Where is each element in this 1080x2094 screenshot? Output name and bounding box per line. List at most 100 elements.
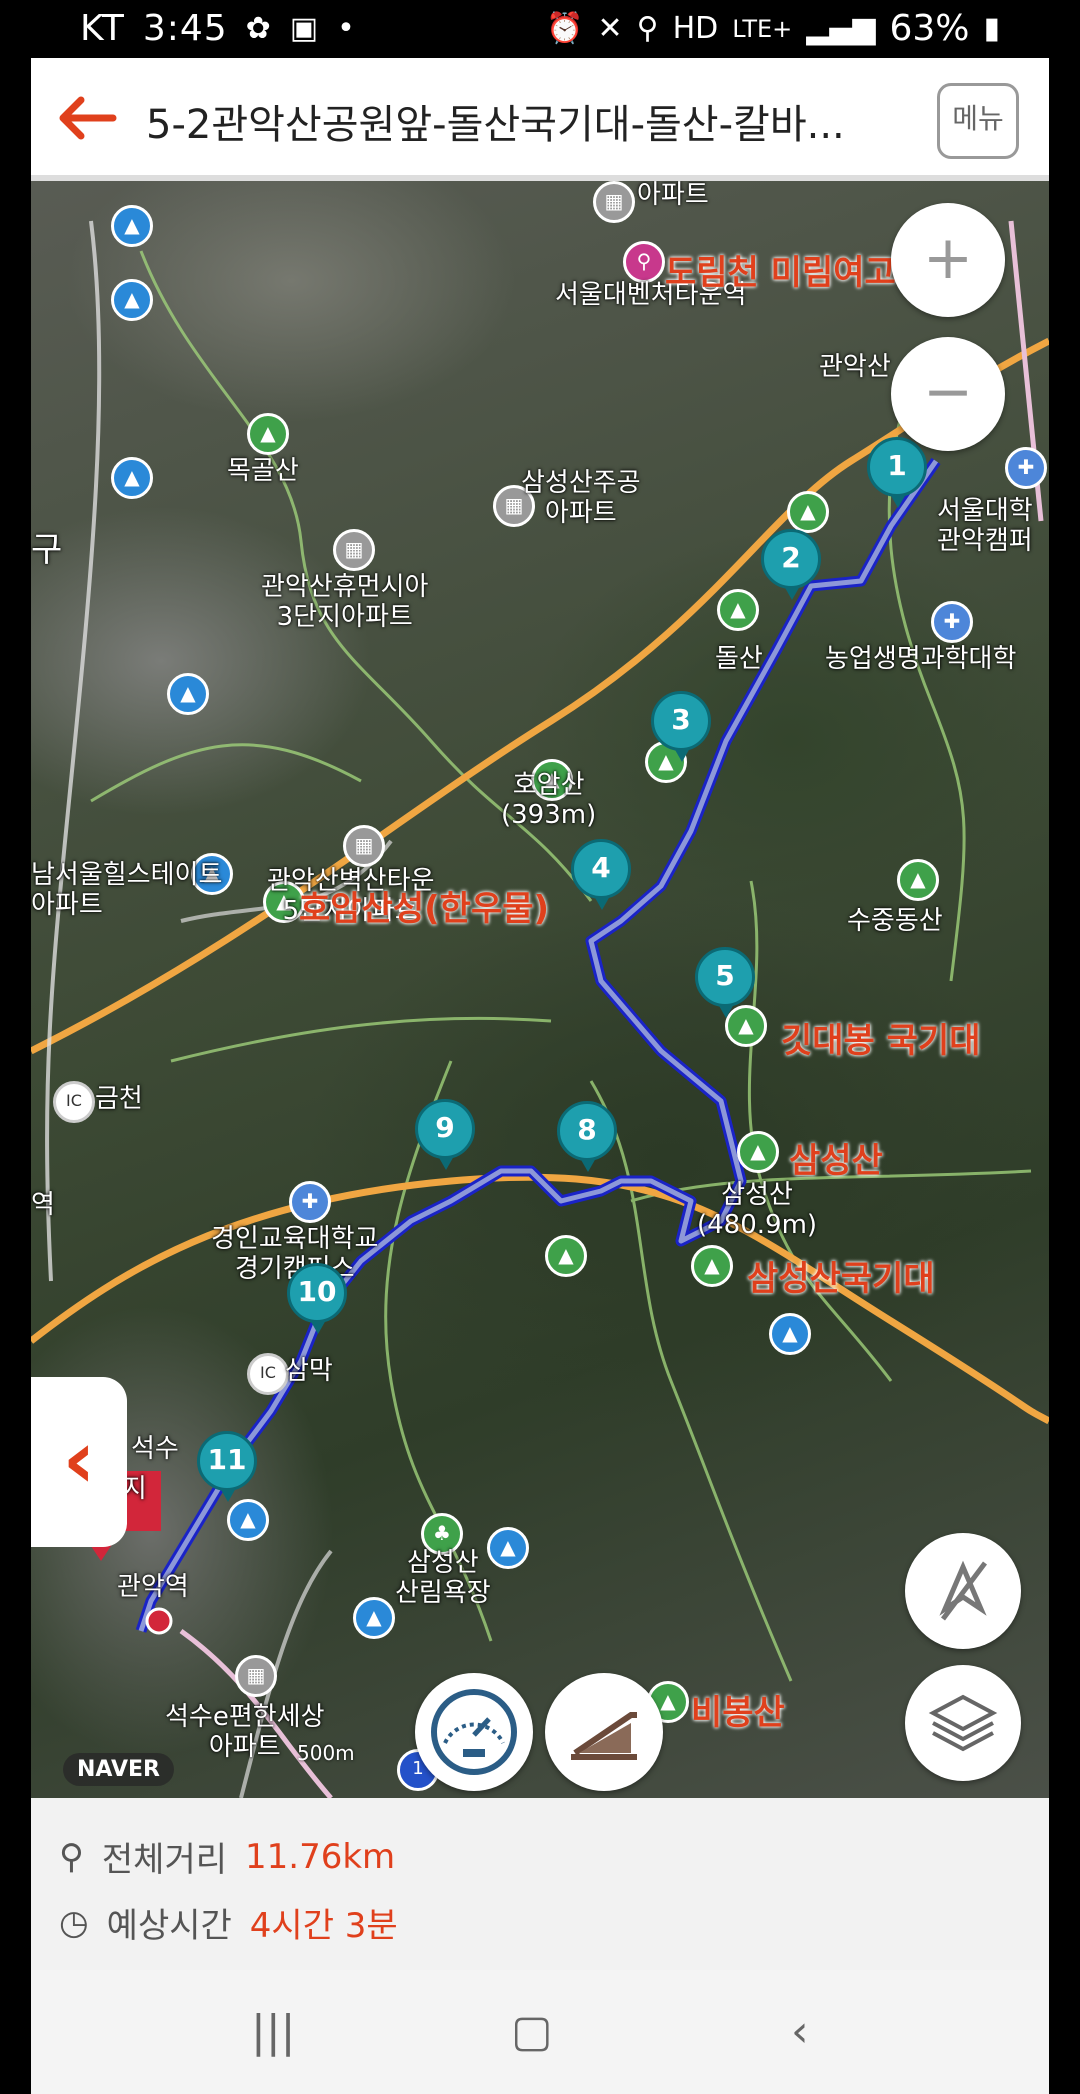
peak-icon: ▲ — [691, 1245, 733, 1287]
place-label: 서울대학 관악캠퍼 — [937, 496, 1033, 556]
building-icon: ▦ — [235, 1655, 277, 1697]
carrier: KT — [80, 8, 125, 49]
place-label: 삼성산 산림욕장 — [395, 1548, 491, 1608]
peak-icon: ▲ — [787, 491, 829, 533]
hd-icon: HD — [672, 11, 719, 46]
bike-station-icon: ⚲ — [623, 241, 665, 283]
building-icon: ▦ — [343, 825, 385, 867]
compass-off-icon — [939, 1560, 987, 1621]
place-label: 수중동산 — [847, 906, 943, 936]
elevation-profile-button[interactable] — [545, 1673, 663, 1791]
home-icon[interactable]: ▢ — [511, 2006, 553, 2057]
place-label: 남서울힐스테이트 아파트 — [31, 860, 223, 920]
highlight-label: 호암산성(한우물) — [299, 889, 550, 929]
waypoint-marker[interactable]: 10 — [287, 1263, 347, 1334]
mute-icon: ✕ — [597, 11, 623, 46]
waypoint-marker[interactable]: 11 — [197, 1431, 257, 1502]
park-icon: ▲ — [111, 205, 153, 247]
waypoint-marker[interactable]: 1 — [867, 437, 927, 508]
place-label: 아파트 — [637, 181, 709, 210]
signal-icon: ▂▄▆ — [806, 11, 876, 46]
zoom-in-button[interactable]: + — [891, 203, 1005, 317]
speedometer-icon — [431, 1689, 517, 1775]
app-frame: 5-2관악산공원앞-돌산국기대-돌산-칼바... 메뉴 ▲ ▲ ▲ ▲ ▲ ▲ … — [31, 58, 1049, 2094]
app-notification-icon: ✿ — [245, 11, 272, 46]
map-view[interactable]: ▲ ▲ ▲ ▲ ▲ ▲ ▲ ▲ ▲ ▲ ▲ ▲ ♣ ▦ ▦ ▦ ▦ ▦ ✚ ✚ … — [31, 181, 1049, 1798]
park-icon: ▲ — [227, 1499, 269, 1541]
location-icon: ⚲ — [636, 11, 659, 46]
school-icon: ✚ — [289, 1181, 331, 1223]
distance-value: 11.76km — [245, 1836, 396, 1877]
recent-apps-icon[interactable]: ||| — [251, 2006, 295, 2057]
layers-icon — [928, 1694, 998, 1752]
waypoint-marker[interactable]: 3 — [651, 691, 711, 762]
place-label: 삼막 — [285, 1356, 333, 1386]
page-title: 5-2관악산공원앞-돌산국기대-돌산-칼바... — [146, 102, 845, 148]
back-arrow-icon[interactable] — [51, 88, 121, 148]
place-label: 금천 — [95, 1084, 143, 1114]
waypoint-marker[interactable]: 8 — [557, 1101, 617, 1172]
park-icon: ▲ — [769, 1313, 811, 1355]
zoom-out-button[interactable]: − — [891, 337, 1005, 451]
peak-icon: ▲ — [545, 1235, 587, 1277]
distance-pin-icon: ⚲ — [59, 1836, 84, 1877]
layers-button[interactable] — [905, 1665, 1021, 1781]
place-label: 돌산 — [715, 644, 763, 674]
waypoint-marker[interactable]: 2 — [761, 529, 821, 600]
building-icon: ▦ — [593, 181, 635, 223]
park-icon: ▲ — [111, 457, 153, 499]
mountain-icon: ▲ — [247, 413, 289, 455]
mountain-icon: ▲ — [897, 859, 939, 901]
clock: 3:45 — [142, 8, 228, 49]
battery-level: 63% — [889, 8, 970, 49]
header: 5-2관악산공원앞-돌산국기대-돌산-칼바... 메뉴 — [31, 58, 1049, 181]
alarm-icon: ⏰ — [546, 11, 584, 46]
dot-icon: • — [337, 11, 356, 46]
park-icon: ▲ — [111, 279, 153, 321]
distance-label: 전체거리 — [101, 1840, 228, 1880]
school-icon: ✚ — [1005, 447, 1047, 489]
map-overlay — [31, 220, 1049, 1798]
image-notification-icon: ▣ — [289, 11, 320, 46]
place-label: 관악산 — [819, 352, 891, 382]
back-icon[interactable]: ‹ — [791, 2006, 809, 2057]
place-label: 삼성산 (480.9m) — [697, 1180, 818, 1240]
highlight-label: 도림천 미림여고 — [665, 253, 896, 293]
place-label: 석수 — [131, 1434, 179, 1464]
place-label: 농업생명과학대학 — [825, 644, 1017, 674]
time-row: ◷ 예상시간 4시간 3분 — [59, 1898, 398, 1947]
waypoint-marker[interactable]: 4 — [571, 839, 631, 910]
map-scale: 500m — [297, 1741, 355, 1765]
place-label: 역 — [31, 1190, 55, 1220]
building-icon: ▦ — [333, 529, 375, 571]
elevation-icon — [571, 1712, 637, 1760]
naver-logo: NAVER — [63, 1753, 174, 1786]
network-type: LTE+ — [732, 14, 793, 43]
highlight-label: 깃대봉 국기대 — [781, 1021, 981, 1061]
clock-pin-icon: ◷ — [59, 1902, 89, 1943]
system-navbar: ||| ▢ ‹ — [31, 1970, 1049, 2094]
interchange-icon: IC — [53, 1081, 95, 1123]
park-icon: ▲ — [167, 673, 209, 715]
waypoint-marker[interactable]: 9 — [415, 1099, 475, 1170]
highlight-label: 비봉산 — [691, 1693, 785, 1733]
time-label: 예상시간 — [106, 1906, 232, 1946]
highlight-label: 삼성산 — [789, 1141, 883, 1181]
peak-icon: ▲ — [717, 589, 759, 631]
place-label: 구 — [31, 530, 63, 570]
status-bar: KT 3:45 ✿ ▣ • ⏰ ✕ ⚲ HD LTE+ ▂▄▆ 63% ▮ — [0, 0, 1080, 58]
menu-button[interactable]: 메뉴 — [937, 83, 1019, 159]
waypoint-marker[interactable]: 5 — [695, 947, 755, 1018]
place-label: 목골산 — [227, 456, 299, 486]
place-label: 삼성산주공 아파트 — [521, 468, 641, 528]
compass-off-button[interactable] — [905, 1533, 1021, 1649]
peak-icon: ▲ — [737, 1131, 779, 1173]
collapse-panel-button[interactable]: ‹ — [31, 1377, 127, 1547]
school-icon: ✚ — [931, 601, 973, 643]
place-label: 관악역 — [117, 1572, 189, 1602]
place-label: 호암산 (393m) — [501, 770, 597, 830]
time-value: 4시간 3분 — [249, 1906, 398, 1946]
park-icon: ▲ — [487, 1527, 529, 1569]
speed-gauge-button[interactable] — [415, 1673, 533, 1791]
park-icon: ▲ — [353, 1597, 395, 1639]
